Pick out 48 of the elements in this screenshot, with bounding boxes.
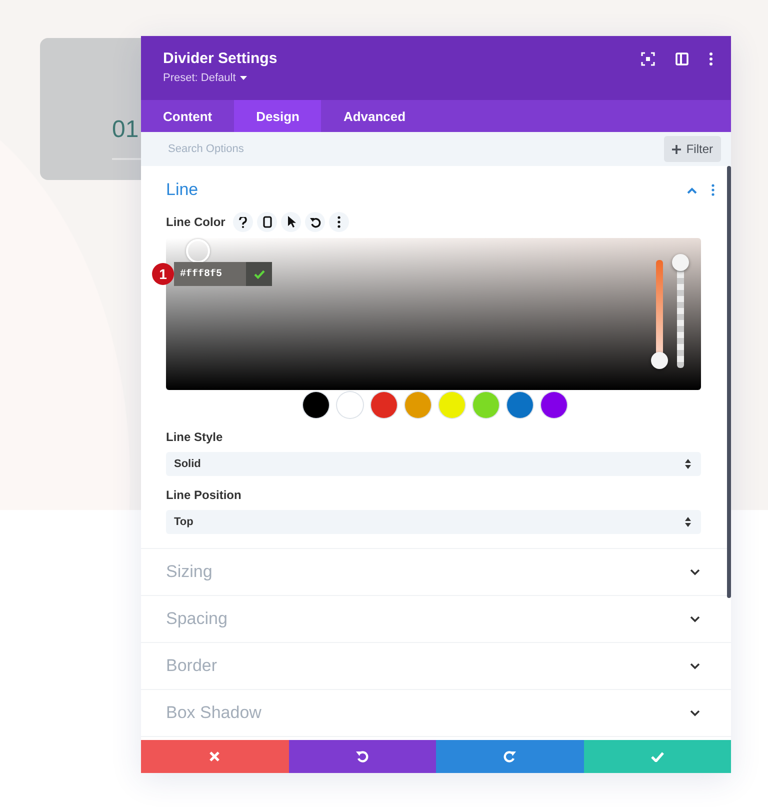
tab[interactable]: Design (234, 100, 322, 132)
color-swatch[interactable] (337, 392, 363, 418)
more-icon[interactable] (329, 212, 350, 232)
expand-icon[interactable] (690, 568, 700, 576)
phone-icon[interactable] (257, 212, 278, 232)
number-badge: 1 (152, 263, 174, 285)
expand-icon[interactable] (690, 616, 700, 622)
color-swatch[interactable] (303, 392, 329, 418)
modal-title: Divider Settings (163, 50, 278, 67)
color-swatch[interactable] (439, 392, 465, 418)
tab[interactable]: Advanced (321, 100, 428, 132)
plus-icon (672, 144, 682, 154)
confirm-button[interactable] (246, 262, 272, 286)
check-icon (650, 752, 664, 762)
redo-icon (503, 750, 516, 763)
color-swatch[interactable] (541, 392, 567, 418)
select-field[interactable]: Top (166, 510, 701, 534)
section-title[interactable]: Line (166, 180, 198, 200)
color-swatch[interactable] (371, 392, 397, 418)
sidebar-icon[interactable] (675, 52, 689, 66)
undo-icon (356, 750, 369, 763)
help-icon[interactable] (233, 212, 254, 232)
slider-thumb[interactable] (672, 254, 689, 271)
card-number: 01 (112, 116, 139, 144)
more-icon[interactable] (709, 52, 713, 66)
caret-icon (240, 76, 247, 80)
undo-icon[interactable] (305, 212, 326, 232)
filter-button[interactable]: Filter (664, 136, 721, 162)
collapse-icon[interactable] (687, 186, 697, 194)
check-icon (254, 270, 264, 278)
slider-thumb[interactable] (651, 352, 668, 369)
expand-icon[interactable] (690, 710, 700, 716)
fullscreen-icon[interactable] (641, 52, 655, 66)
preset-dropdown[interactable]: Preset: Default (163, 72, 278, 84)
cursor-icon[interactable] (281, 212, 302, 232)
select-field[interactable]: Solid (166, 452, 701, 476)
color-swatch[interactable] (507, 392, 533, 418)
close-icon (209, 751, 220, 762)
updown-icon (685, 459, 691, 469)
expand-icon[interactable] (690, 662, 700, 670)
updown-icon (685, 517, 691, 527)
tab[interactable]: Content (141, 100, 234, 132)
search-field[interactable]: Search Options (166, 142, 470, 156)
field-label: Line Style (166, 430, 224, 444)
field-label: Line Color (166, 215, 226, 229)
color-swatch[interactable] (405, 392, 431, 418)
color-swatch[interactable] (473, 392, 499, 418)
field-label: Line Position (166, 488, 242, 502)
